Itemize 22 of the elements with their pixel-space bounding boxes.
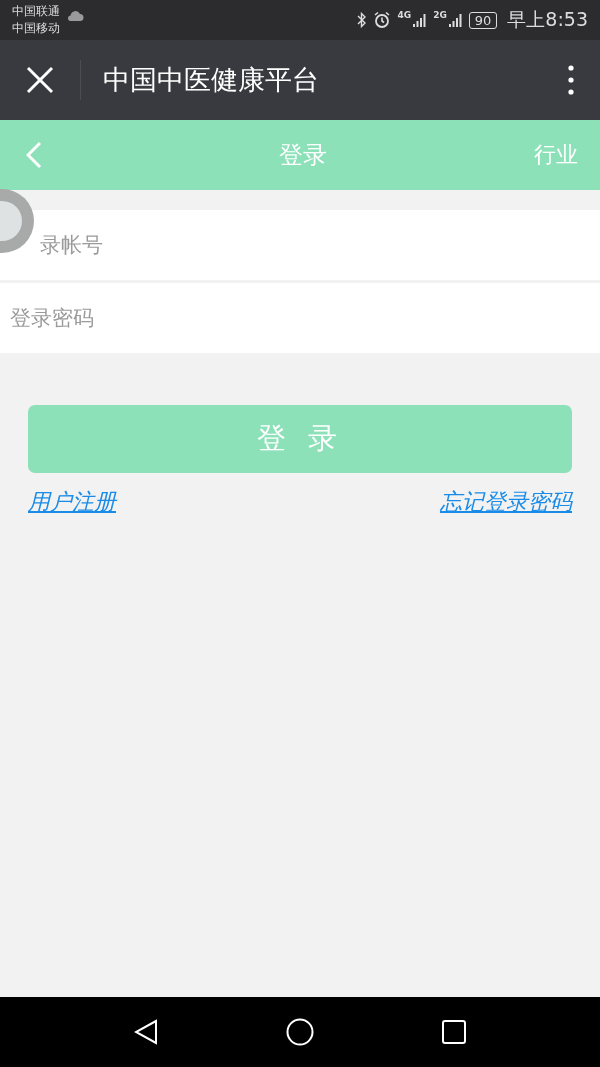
forgot-password-link[interactable]: 忘记登录密码 (440, 487, 572, 517)
page-title: 登录 (278, 140, 328, 171)
signal-icon (413, 13, 428, 27)
more-menu-icon[interactable] (568, 65, 574, 95)
home-circle-icon[interactable] (286, 1018, 314, 1046)
close-icon[interactable] (26, 66, 54, 94)
carrier-name: 中国移动 (12, 20, 60, 37)
bluetooth-icon (357, 12, 368, 28)
battery-level: 90 (468, 11, 498, 29)
cloud-icon (66, 10, 84, 22)
square-icon[interactable] (442, 1020, 466, 1044)
alarm-icon (373, 11, 392, 29)
clock: 早上8:53 (507, 7, 588, 32)
network-type: 4G (397, 10, 412, 20)
password-field[interactable]: 登录密码 (0, 283, 600, 353)
network-type: 2G (433, 10, 447, 20)
back-triangle-icon[interactable] (134, 1019, 158, 1045)
carrier-name: 中国联通 (12, 3, 60, 20)
register-link[interactable]: 用户注册 (28, 487, 116, 517)
window-title: 中国中医健康平台 (103, 63, 320, 97)
signal-icon (448, 13, 463, 27)
account-field[interactable]: 录帐号 (0, 210, 600, 280)
